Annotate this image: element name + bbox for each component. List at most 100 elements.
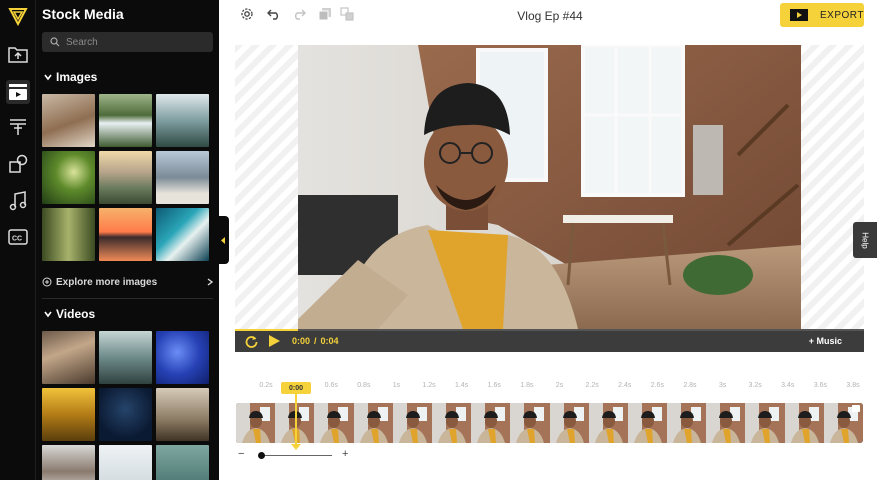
folder-upload-icon [8, 47, 28, 63]
export-video-icon [790, 9, 808, 21]
woman-rock-thumb[interactable] [42, 94, 95, 147]
help-label: Help [860, 231, 870, 249]
river-rocks-thumb[interactable] [99, 331, 152, 384]
redo-button[interactable] [291, 6, 307, 22]
search-icon [50, 37, 60, 47]
export-label: EXPORT [820, 9, 864, 21]
settings-button[interactable] [239, 6, 255, 22]
duration: 0:04 [320, 336, 339, 346]
explore-more-images-link[interactable]: Explore more images [42, 274, 213, 290]
zoom-slider-track[interactable] [260, 455, 332, 456]
clip-frame-thumbnail [353, 403, 393, 443]
ruler-tick-label: 1.4s [455, 382, 469, 389]
ruler-tick-label: 3.2s [748, 382, 762, 389]
clip-frame-thumbnail [431, 403, 472, 443]
playback-progress-fill [235, 329, 298, 331]
night-sky-thumb[interactable] [99, 388, 152, 441]
rail-subtitles-button[interactable]: CC [6, 225, 30, 249]
misty-forest-thumb[interactable] [156, 94, 209, 147]
images-section-header[interactable]: Images [44, 70, 97, 84]
ruler-tick-label: 0.8s [357, 382, 371, 389]
mountain-valley-thumb[interactable] [99, 151, 152, 204]
help-tab[interactable]: Help [853, 222, 877, 258]
clip-frame-thumbnail [236, 403, 276, 443]
snowy-rocks-thumb[interactable] [42, 445, 95, 480]
ruler-tick-label: 1.2s [422, 382, 436, 389]
ruler-tick-label: 2.6s [650, 382, 664, 389]
vlog-scene-image [298, 45, 801, 329]
clip-frame-thumbnail [784, 403, 824, 443]
redo-icon [295, 9, 306, 20]
ruler-tick-label: 3.8s [846, 382, 860, 389]
rail-text-button[interactable] [6, 115, 30, 139]
videos-heading: Videos [56, 307, 96, 321]
text-icon [10, 119, 26, 135]
green-canopy-thumb[interactable] [42, 151, 95, 204]
chevron-down-icon [44, 311, 52, 318]
chevron-down-icon [44, 74, 52, 81]
play-button[interactable] [267, 334, 281, 348]
forest-path-thumb[interactable] [42, 208, 95, 261]
undo-button[interactable] [266, 6, 282, 22]
music-note-icon [9, 191, 27, 211]
white-sky-thumb[interactable] [99, 445, 152, 480]
clip-frame-thumbnail [667, 403, 707, 443]
add-music-button[interactable]: + Music [809, 336, 842, 346]
video-track-clip[interactable] [236, 403, 863, 443]
sunset-lake-thumb[interactable] [99, 208, 152, 261]
timeline-ruler[interactable]: 0.2s0.4s0.6s0.8s1s1.2s1.4s1.6s1.8s2s2.2s… [236, 382, 863, 396]
waterfall-thumb[interactable] [99, 94, 152, 147]
clip-frame-thumbnail [706, 403, 746, 443]
svg-text:CC: CC [12, 236, 22, 243]
ruler-tick-label: 1.8s [520, 382, 534, 389]
clip-frame-thumbnail [471, 403, 511, 443]
time-display: 0:00/0:04 [292, 336, 339, 346]
elements-icon [9, 154, 28, 173]
ruler-tick-label: 0.6s [324, 382, 338, 389]
group-layers-icon [340, 7, 354, 21]
playhead-line[interactable] [295, 394, 297, 446]
images-grid [42, 94, 209, 261]
time-separator: / [314, 336, 317, 346]
ruler-tick-label: 3.6s [813, 382, 827, 389]
bird-branch-thumb[interactable] [156, 388, 209, 441]
replay-icon [245, 335, 257, 348]
rail-stock-media-button[interactable] [6, 80, 30, 104]
ocean-aerial-thumb[interactable] [156, 208, 209, 261]
replay-button[interactable] [244, 334, 258, 348]
ruler-tick-label: 3s [718, 382, 727, 389]
videos-section-header[interactable]: Videos [44, 307, 95, 321]
plus-circle-icon [42, 277, 52, 287]
ruler-tick-label: 0.2s [259, 382, 273, 389]
zoom-slider-knob[interactable] [258, 452, 265, 459]
clip-frame-thumbnail [549, 403, 589, 443]
duplicate-icon [318, 8, 331, 21]
search-input[interactable] [66, 36, 206, 48]
rail-upload-button[interactable] [6, 42, 30, 66]
sand-ripples-thumb[interactable] [42, 331, 95, 384]
zoom-in-button[interactable]: + [342, 448, 348, 460]
ruler-tick-label: 3.4s [781, 382, 795, 389]
zoom-out-button[interactable]: − [238, 448, 244, 460]
playhead-time-badge[interactable]: 0:00 [281, 382, 311, 394]
export-button[interactable]: EXPORT [780, 3, 864, 27]
collapse-panel-button[interactable] [218, 216, 229, 264]
player-controls: 0:00/0:04 + Music [235, 329, 864, 352]
blue-bokeh-thumb[interactable] [156, 331, 209, 384]
rail-elements-button[interactable] [6, 152, 30, 176]
video-preview[interactable] [298, 45, 801, 329]
project-title[interactable]: Vlog Ep #44 [480, 9, 620, 23]
rail-audio-button[interactable] [6, 189, 30, 213]
videos-grid [42, 331, 209, 480]
clip-frame-thumbnail [314, 403, 354, 443]
current-time: 0:00 [292, 336, 311, 346]
search-box[interactable] [42, 32, 213, 52]
ruler-tick-label: 1.6s [487, 382, 501, 389]
group-button[interactable] [339, 6, 355, 22]
playback-progress-bar[interactable] [235, 329, 864, 331]
autumn-trees-thumb[interactable] [42, 388, 95, 441]
hiker-peak-thumb[interactable] [156, 151, 209, 204]
duplicate-button[interactable] [317, 6, 333, 22]
teal-water-thumb[interactable] [156, 445, 209, 480]
ruler-tick-label: 2.8s [683, 382, 697, 389]
